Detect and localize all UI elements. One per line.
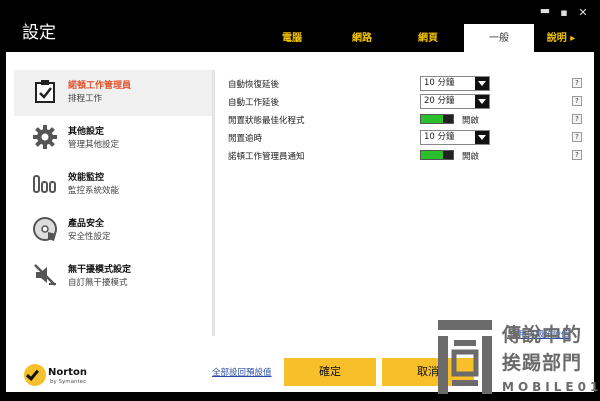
minimize-button[interactable]: ▬	[538, 4, 552, 17]
sidebar-item-subtitle: 管理其他設定	[68, 140, 120, 150]
tab-help[interactable]: 說明 ▸	[536, 24, 586, 52]
sidebar-item-other-settings[interactable]: 其他設定 管理其他設定	[6, 116, 212, 162]
maximize-button[interactable]: ▪	[557, 6, 571, 19]
brand-name: Norton	[48, 367, 87, 378]
setting-label: 諾頓工作管理員通知	[228, 152, 305, 162]
select-value: 10 分鐘	[424, 132, 455, 142]
setting-row: 自動恢復延後 10 分鐘 ?	[228, 76, 588, 92]
clipboard-check-icon	[35, 80, 55, 103]
help-icon[interactable]: ?	[572, 150, 582, 160]
watermark-logo-icon	[438, 320, 492, 394]
toggle-on-indicator	[421, 151, 443, 159]
select-value: 20 分鐘	[424, 96, 455, 106]
toggle-on-indicator	[421, 115, 443, 123]
idle-optimizer-toggle[interactable]	[420, 114, 454, 124]
sidebar-item-subtitle: 自訂無干擾模式	[68, 278, 128, 288]
task-manager-notify-toggle[interactable]	[420, 150, 454, 160]
sidebar-item-title: 產品安全	[68, 219, 105, 229]
disc-shield-icon	[33, 217, 57, 241]
watermark-text: 傳說中的	[502, 324, 583, 346]
auto-task-delay-select[interactable]: 20 分鐘	[420, 94, 490, 109]
help-icon[interactable]: ?	[572, 114, 582, 124]
sidebar-divider	[212, 70, 215, 336]
tab-general[interactable]: 一般	[464, 24, 534, 52]
norton-check-icon	[24, 364, 46, 386]
setting-label: 自動工作延後	[228, 98, 280, 108]
watermark-text: 挨踢部門	[502, 352, 583, 374]
tab-network[interactable]: 網路	[326, 24, 398, 52]
chevron-down-icon[interactable]	[475, 95, 489, 108]
restore-all-defaults-link[interactable]: 全部設回預設值	[212, 366, 272, 378]
tab-web[interactable]: 網頁	[392, 24, 464, 52]
sidebar-item-performance[interactable]: 效能監控 監控系統效能	[6, 162, 212, 208]
sidebar-item-product-security[interactable]: 產品安全 安全性設定	[6, 208, 212, 254]
setting-label: 自動恢復延後	[228, 80, 280, 90]
setting-row: 閒置狀態最佳化程式 開啟 ?	[228, 112, 588, 128]
sidebar-item-title: 諾頓工作管理員	[68, 81, 132, 91]
setting-label: 閒置逾時	[228, 134, 263, 144]
watermark: 傳說中的 挨踢部門 MOBILE01	[434, 318, 600, 401]
help-icon[interactable]: ?	[572, 78, 582, 88]
sidebar-item-title: 其他設定	[68, 127, 105, 137]
sidebar-item-task-manager[interactable]: 諾頓工作管理員 排程工作	[14, 70, 212, 116]
sidebar-item-subtitle: 排程工作	[68, 94, 103, 104]
toggle-state-label: 開啟	[462, 152, 480, 162]
select-value: 10 分鐘	[424, 78, 455, 88]
sidebar-item-subtitle: 安全性設定	[68, 232, 111, 242]
speaker-muted-icon	[34, 264, 56, 286]
ok-button[interactable]: 確定	[284, 358, 376, 386]
sidebar-item-title: 無干擾模式設定	[68, 265, 132, 275]
gear-icon	[33, 125, 57, 149]
setting-row: 閒置逾時 10 分鐘 ?	[228, 130, 588, 146]
tab-computer[interactable]: 電腦	[256, 24, 328, 52]
close-button[interactable]: ✕	[576, 6, 590, 19]
setting-row: 自動工作延後 20 分鐘 ?	[228, 94, 588, 110]
watermark-text: MOBILE01	[502, 380, 600, 394]
chevron-down-icon[interactable]	[475, 131, 489, 144]
toggle-state-label: 開啟	[462, 116, 480, 126]
chevron-down-icon[interactable]	[475, 77, 489, 90]
sidebar-item-title: 效能監控	[68, 173, 105, 183]
sidebar: 諾頓工作管理員 排程工作 其他設定 管理其他設定 效能監控 監控系統效能 產品安…	[6, 70, 212, 336]
idle-timeout-select[interactable]: 10 分鐘	[420, 130, 490, 145]
auto-resume-delay-select[interactable]: 10 分鐘	[420, 76, 490, 91]
norton-logo: Norton by Symantec	[24, 364, 94, 392]
brand-byline: by Symantec	[50, 379, 87, 385]
performance-bars-icon	[33, 175, 56, 193]
tab-bar: 電腦 網路 網頁 一般 說明 ▸	[0, 24, 600, 52]
help-icon[interactable]: ?	[572, 96, 582, 106]
setting-label: 閒置狀態最佳化程式	[228, 116, 305, 126]
sidebar-item-silent-mode[interactable]: 無干擾模式設定 自訂無干擾模式	[6, 254, 212, 300]
sidebar-item-subtitle: 監控系統效能	[68, 186, 120, 196]
setting-row: 諾頓工作管理員通知 開啟 ?	[228, 148, 588, 164]
help-icon[interactable]: ?	[572, 132, 582, 142]
